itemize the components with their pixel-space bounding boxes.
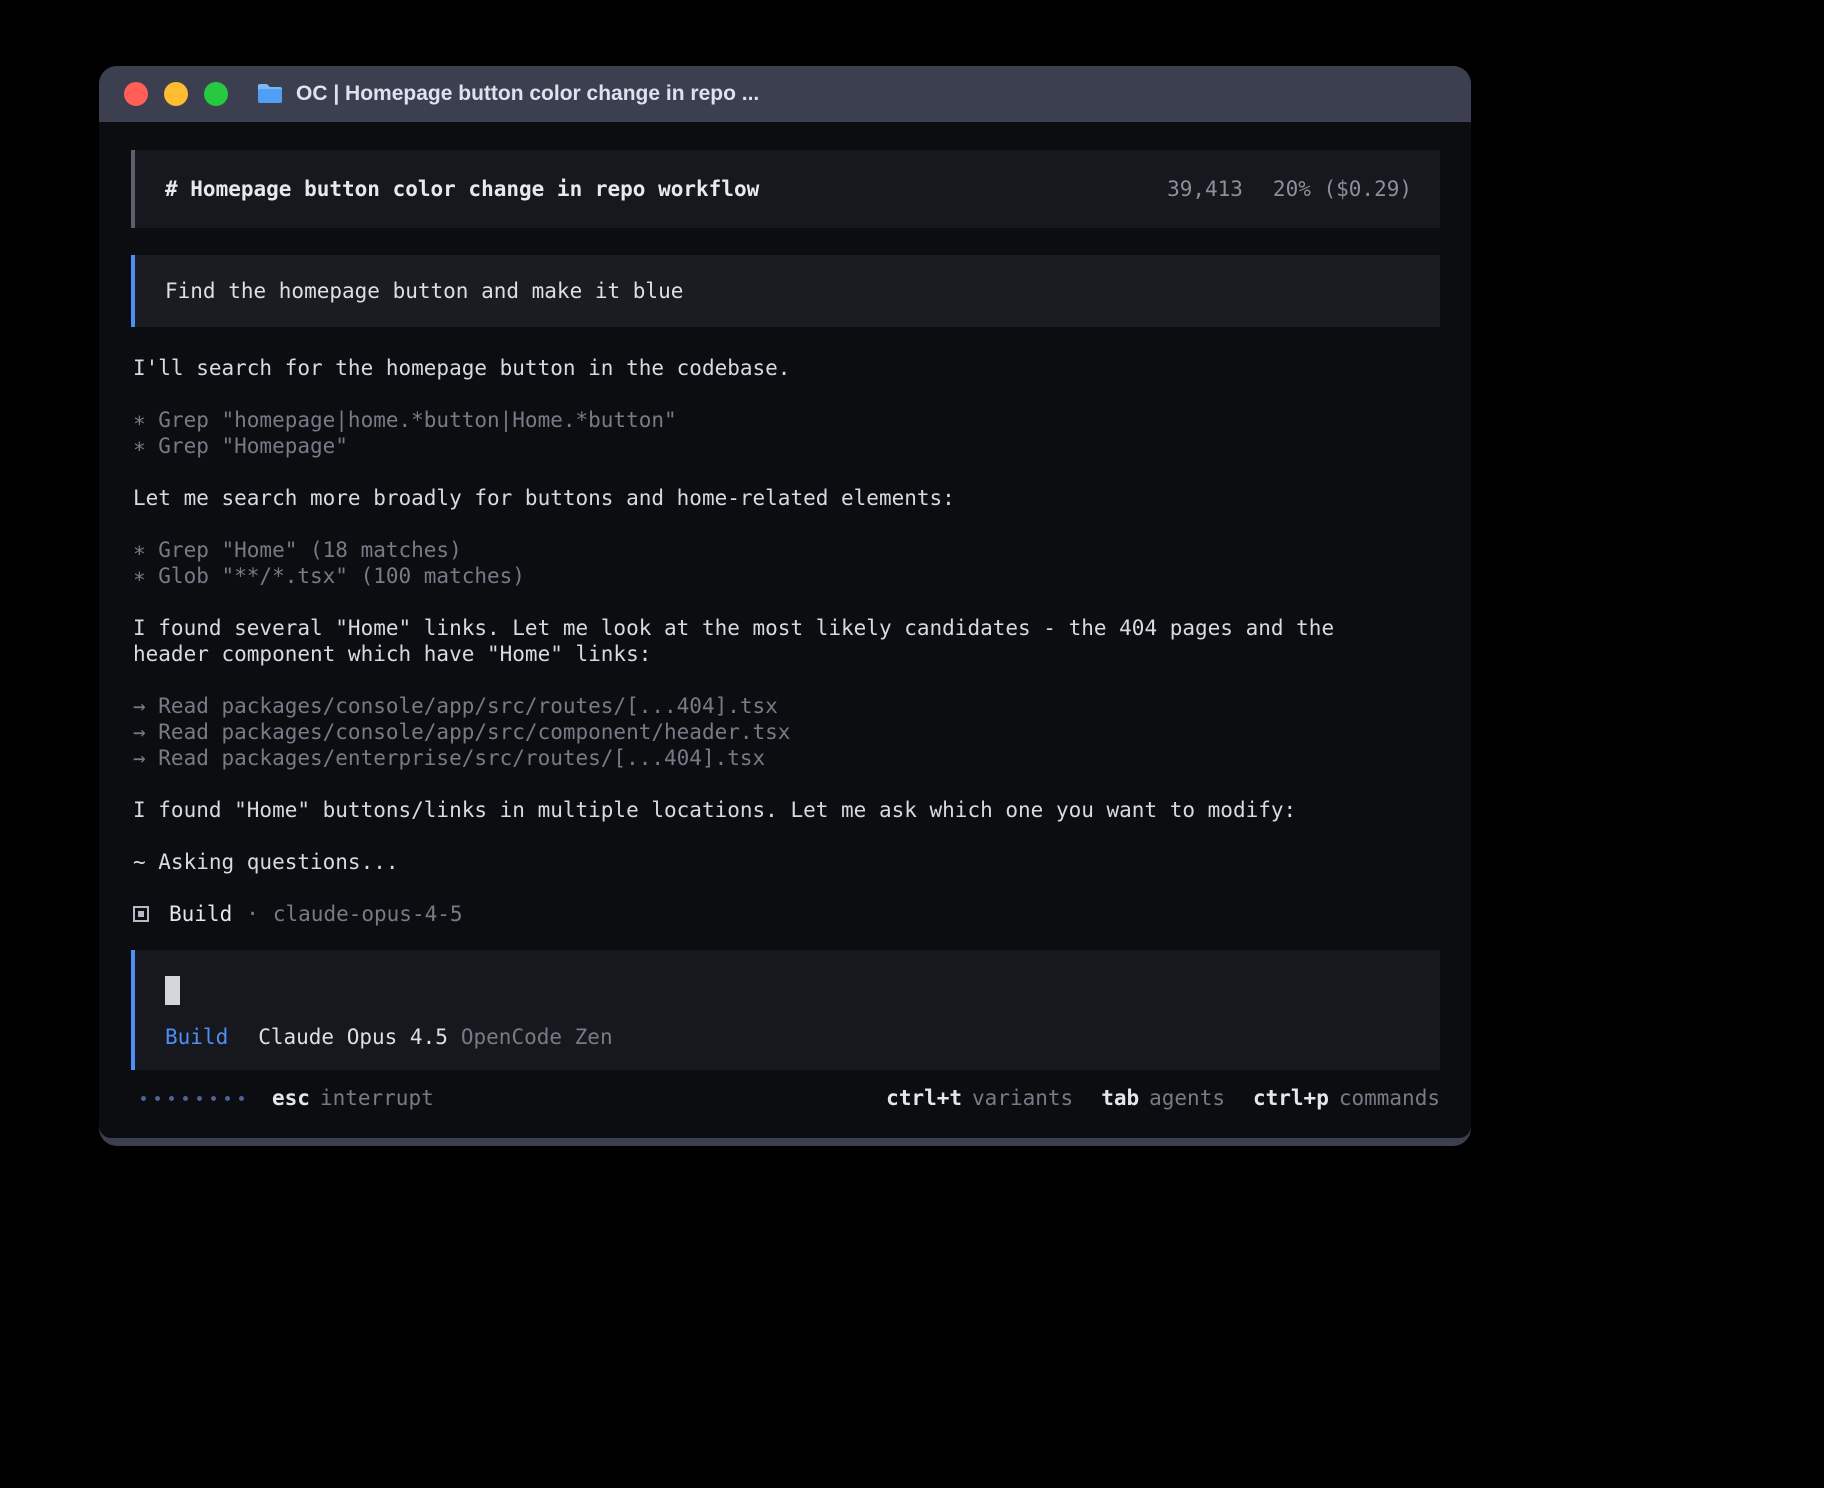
- assistant-text: I'll search for the homepage button in t…: [133, 355, 1440, 381]
- tool-calls: → Read packages/console/app/src/routes/[…: [133, 693, 1440, 771]
- terminal-content: # Homepage button color change in repo w…: [99, 122, 1471, 1138]
- input-agent-label[interactable]: Build: [165, 1024, 228, 1050]
- tool-call-line: ∗ Grep "Home" (18 matches): [133, 537, 1440, 563]
- transcript: I'll search for the homepage button in t…: [131, 355, 1440, 938]
- shortcut-interrupt: esc interrupt: [272, 1085, 434, 1111]
- agent-row: Build · claude-opus-4-5: [133, 901, 1440, 927]
- spacer: [131, 938, 1440, 950]
- user-message: Find the homepage button and make it blu…: [131, 255, 1440, 327]
- folder-icon: [256, 82, 284, 106]
- input-model-label[interactable]: Claude Opus 4.5: [258, 1024, 448, 1050]
- status-right: ctrl+t variants tab agents ctrl+p comman…: [886, 1085, 1440, 1111]
- maximize-button[interactable]: [204, 82, 228, 106]
- variants-label: variants: [972, 1085, 1073, 1111]
- tool-calls: ∗ Grep "Home" (18 matches) ∗ Glob "**/*.…: [133, 537, 1440, 589]
- titlebar[interactable]: OC | Homepage button color change in rep…: [99, 66, 1471, 122]
- titlebar-title-group: OC | Homepage button color change in rep…: [256, 82, 759, 106]
- session-title: # Homepage button color change in repo w…: [165, 176, 759, 202]
- assistant-text: I found "Home" buttons/links in multiple…: [133, 797, 1440, 823]
- assistant-message: Let me search more broadly for buttons a…: [133, 485, 1440, 511]
- tool-call-line: → Read packages/console/app/src/componen…: [133, 719, 1440, 745]
- traffic-lights: [124, 82, 228, 106]
- user-message-text: Find the homepage button and make it blu…: [165, 278, 683, 304]
- spinner-dots: [141, 1096, 244, 1101]
- status-bar: esc interrupt ctrl+t variants tab agents…: [131, 1084, 1440, 1112]
- assistant-message: I found several "Home" links. Let me loo…: [133, 615, 1440, 667]
- window-title: OC | Homepage button color change in rep…: [296, 82, 759, 106]
- input-provider-label: OpenCode Zen: [461, 1024, 613, 1050]
- token-count: 39,413: [1167, 176, 1243, 202]
- prompt-input[interactable]: Build Claude Opus 4.5 OpenCode Zen: [131, 950, 1440, 1070]
- context-usage: 20% ($0.29): [1273, 176, 1412, 202]
- tool-calls: ∗ Grep "homepage|home.*button|Home.*butt…: [133, 407, 1440, 459]
- shortcut-variants: ctrl+t variants: [886, 1085, 1073, 1111]
- agent-name: Build: [169, 901, 232, 927]
- tool-call-line: → Read packages/enterprise/src/routes/[.…: [133, 745, 1440, 771]
- esc-label: interrupt: [320, 1085, 434, 1111]
- ctrl-p-key: ctrl+p: [1253, 1085, 1329, 1111]
- tool-call-line: ∗ Grep "homepage|home.*button|Home.*butt…: [133, 407, 1440, 433]
- tab-key: tab: [1101, 1085, 1139, 1111]
- text-cursor: [165, 976, 180, 1005]
- agent-icon: [133, 906, 149, 922]
- assistant-text: Let me search more broadly for buttons a…: [133, 485, 1440, 511]
- terminal-window: OC | Homepage button color change in rep…: [99, 66, 1471, 1146]
- asking-questions-text: ~ Asking questions...: [133, 849, 1440, 875]
- tool-call-line: ∗ Glob "**/*.tsx" (100 matches): [133, 563, 1440, 589]
- status-left: esc interrupt: [141, 1085, 434, 1111]
- tool-call-line: → Read packages/console/app/src/routes/[…: [133, 693, 1440, 719]
- minimize-button[interactable]: [164, 82, 188, 106]
- close-button[interactable]: [124, 82, 148, 106]
- assistant-text: I found several "Home" links. Let me loo…: [133, 615, 1440, 641]
- input-meta: Build Claude Opus 4.5 OpenCode Zen: [165, 1024, 1412, 1050]
- shortcut-agents: tab agents: [1101, 1085, 1225, 1111]
- agents-label: agents: [1149, 1085, 1225, 1111]
- assistant-message: I found "Home" buttons/links in multiple…: [133, 797, 1440, 823]
- session-header: # Homepage button color change in repo w…: [131, 150, 1440, 228]
- esc-key: esc: [272, 1085, 310, 1111]
- agent-separator: ·: [246, 901, 259, 927]
- tool-call-line: ∗ Grep "Homepage": [133, 433, 1440, 459]
- assistant-status: ~ Asking questions...: [133, 849, 1440, 875]
- agent-model: claude-opus-4-5: [273, 901, 463, 927]
- assistant-message: I'll search for the homepage button in t…: [133, 355, 1440, 381]
- assistant-text: header component which have "Home" links…: [133, 641, 1440, 667]
- shortcut-commands: ctrl+p commands: [1253, 1085, 1440, 1111]
- session-stats: 39,413 20% ($0.29): [1167, 176, 1412, 202]
- commands-label: commands: [1339, 1085, 1440, 1111]
- ctrl-t-key: ctrl+t: [886, 1085, 962, 1111]
